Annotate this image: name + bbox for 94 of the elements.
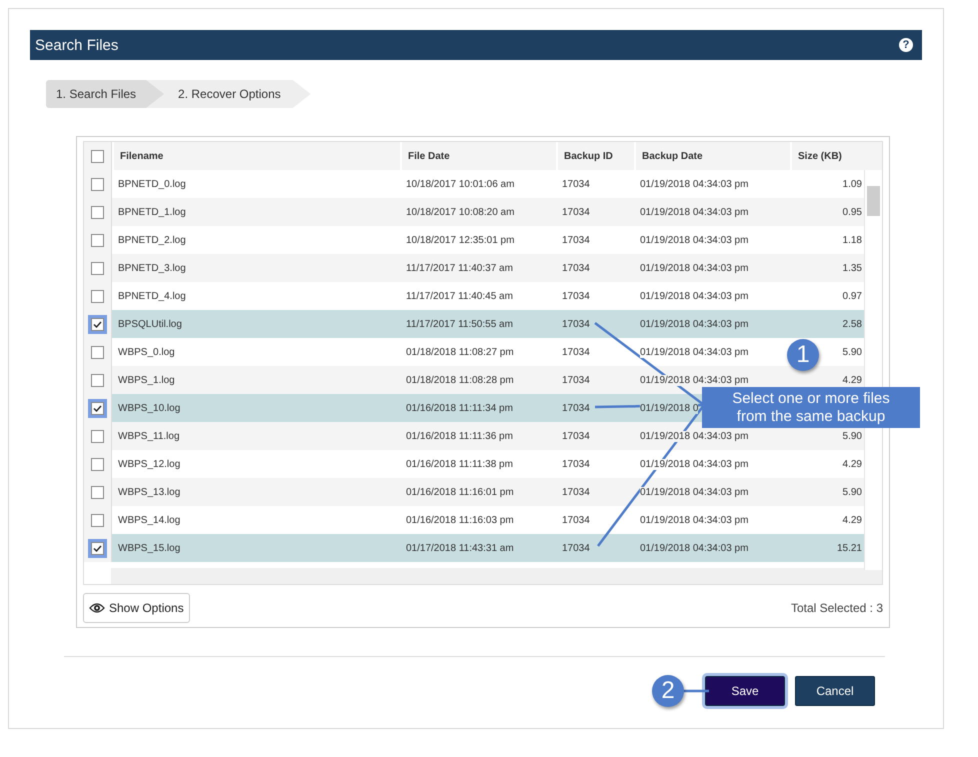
table-cell: 1.09	[842, 178, 862, 190]
table-cell: 17034	[562, 542, 590, 554]
table-cell: 17034	[562, 430, 590, 442]
table-cell: BPNETD_4.log	[118, 290, 186, 302]
row-checkbox[interactable]	[91, 234, 104, 246]
table-cell: 01/19/2018 04:34:03 pm	[640, 542, 748, 554]
table-cell: BPNETD_2.log	[118, 234, 186, 246]
table-cell: WBPS_15.log	[118, 542, 180, 554]
table-cell: WBPS_10.log	[118, 402, 180, 414]
table-cell: BPNETD_1.log	[118, 206, 186, 218]
table-cell: 17034	[562, 178, 590, 190]
table-cell: 17034	[562, 374, 590, 386]
row-checkbox[interactable]	[91, 486, 104, 498]
table-cell: 01/19/2018 04:34:03 pm	[640, 374, 748, 386]
table-cell: 4.29	[842, 374, 862, 386]
row-checkbox[interactable]	[91, 514, 104, 526]
table-cell: 01/19/2018 04:34:03 pm	[640, 458, 748, 470]
table-cell: 10/18/2017 10:01:06 am	[406, 178, 514, 190]
show-options-button[interactable]: Show Options	[83, 593, 190, 623]
table-cell: 5.90	[842, 486, 862, 498]
table-cell: WBPS_1.log	[118, 374, 175, 386]
table-cell: 10/18/2017 10:08:20 am	[406, 206, 514, 218]
table-cell: 17034	[562, 486, 590, 498]
table-cell: 01/16/2018 11:16:01 pm	[406, 486, 514, 498]
table-cell: 01/18/2018 11:08:28 pm	[406, 374, 514, 386]
table-cell: 01/19/2018 04:34:03 pm	[640, 318, 748, 330]
table-cell: 01/19/2018 04:34:03 pm	[640, 234, 748, 246]
table-cell: 0.95	[842, 206, 862, 218]
cancel-button[interactable]: Cancel	[795, 676, 875, 706]
table-cell: WBPS_11.log	[118, 430, 180, 442]
table-cell: 17034	[562, 458, 590, 470]
table-cell: BPSQLUtil.log	[118, 318, 182, 330]
table-cell: 17034	[562, 290, 590, 302]
table-cell: 1.18	[842, 234, 862, 246]
table-cell: 01/16/2018 11:11:38 pm	[406, 458, 513, 470]
table-cell: 01/17/2018 11:43:31 am	[406, 542, 514, 554]
table-cell: 01/19/2018 04:34:03 pm	[640, 206, 748, 218]
table-cell: 17034	[562, 234, 590, 246]
table-cell: 2.58	[842, 318, 862, 330]
horizontal-scrollbar[interactable]	[111, 568, 882, 584]
table-cell: 01/19/2018 04:34:03 pm	[640, 178, 748, 190]
table-cell: BPNETD_3.log	[118, 262, 186, 274]
table-cell: 17034	[562, 262, 590, 274]
table-cell: 17034	[562, 514, 590, 526]
table-cell: 01/16/2018 11:11:34 pm	[406, 402, 513, 414]
row-checkbox[interactable]	[91, 346, 104, 358]
table-cell: 5.90	[842, 430, 862, 442]
wizard-step[interactable]: 2. Recover Options	[146, 80, 311, 108]
table-cell: 0.97	[842, 290, 862, 302]
table-cell: 01/18/2018 11:08:27 pm	[406, 346, 514, 358]
window-title: Search Files	[35, 36, 118, 54]
table-cell: WBPS_13.log	[118, 486, 180, 498]
table-cell: 01/19/2018 04:34:03 pm	[640, 262, 748, 274]
table-cell: 10/18/2017 12:35:01 pm	[406, 234, 514, 246]
row-checkbox[interactable]	[91, 206, 104, 218]
table-cell: 1.35	[842, 262, 862, 274]
table-cell: 01/16/2018 11:16:03 pm	[406, 514, 514, 526]
select-all-checkbox[interactable]	[91, 150, 104, 162]
row-checkbox[interactable]	[91, 290, 104, 302]
row-checkbox[interactable]	[91, 458, 104, 470]
table-cell: 4.29	[842, 514, 862, 526]
row-checkbox[interactable]	[91, 262, 104, 274]
row-checkbox[interactable]	[91, 374, 104, 386]
row-checkbox[interactable]	[91, 178, 104, 190]
table-cell: 15.21	[836, 542, 862, 554]
table-cell: WBPS_0.log	[118, 346, 175, 358]
step-badge: 2	[652, 675, 684, 707]
eye-icon	[89, 602, 105, 614]
help-icon[interactable]: ?	[899, 38, 913, 52]
table-cell: 01/19/2018 04:34:03 pm	[640, 430, 748, 442]
callout-text: Select one or more files from the same backup	[702, 387, 920, 428]
table-cell: WBPS_14.log	[118, 514, 180, 526]
table-cell: BPNETD_0.log	[118, 178, 186, 190]
table-cell: 11/17/2017 11:40:45 am	[406, 290, 513, 302]
table-cell: 01/16/2018 11:11:36 pm	[406, 430, 513, 442]
table-cell: 01/19/2018 04:34:03 pm	[640, 486, 748, 498]
wizard-step[interactable]: 1. Search Files	[46, 80, 166, 108]
row-checkbox[interactable]	[91, 430, 104, 442]
leader-line	[684, 690, 709, 692]
table-cell: 17034	[562, 346, 590, 358]
table-cell: 5.90	[842, 346, 862, 358]
table-cell: 01/19/2018 0	[640, 402, 698, 414]
table-cell: 01/19/2018 04:34:03 pm	[640, 346, 748, 358]
total-selected: Total Selected : 3	[790, 601, 883, 615]
table-cell: 01/19/2018 04:34:03 pm	[640, 290, 748, 302]
table-cell: 11/17/2017 11:50:55 am	[406, 318, 513, 330]
table-cell: 4.29	[842, 458, 862, 470]
table-cell: 11/17/2017 11:40:37 am	[406, 262, 513, 274]
table-cell: 17034	[562, 318, 590, 330]
table-cell: 17034	[562, 402, 590, 414]
table-cell: 17034	[562, 206, 590, 218]
table-cell: 01/19/2018 04:34:03 pm	[640, 514, 748, 526]
save-button[interactable]: Save	[705, 676, 785, 706]
table-cell: WBPS_12.log	[118, 458, 180, 470]
